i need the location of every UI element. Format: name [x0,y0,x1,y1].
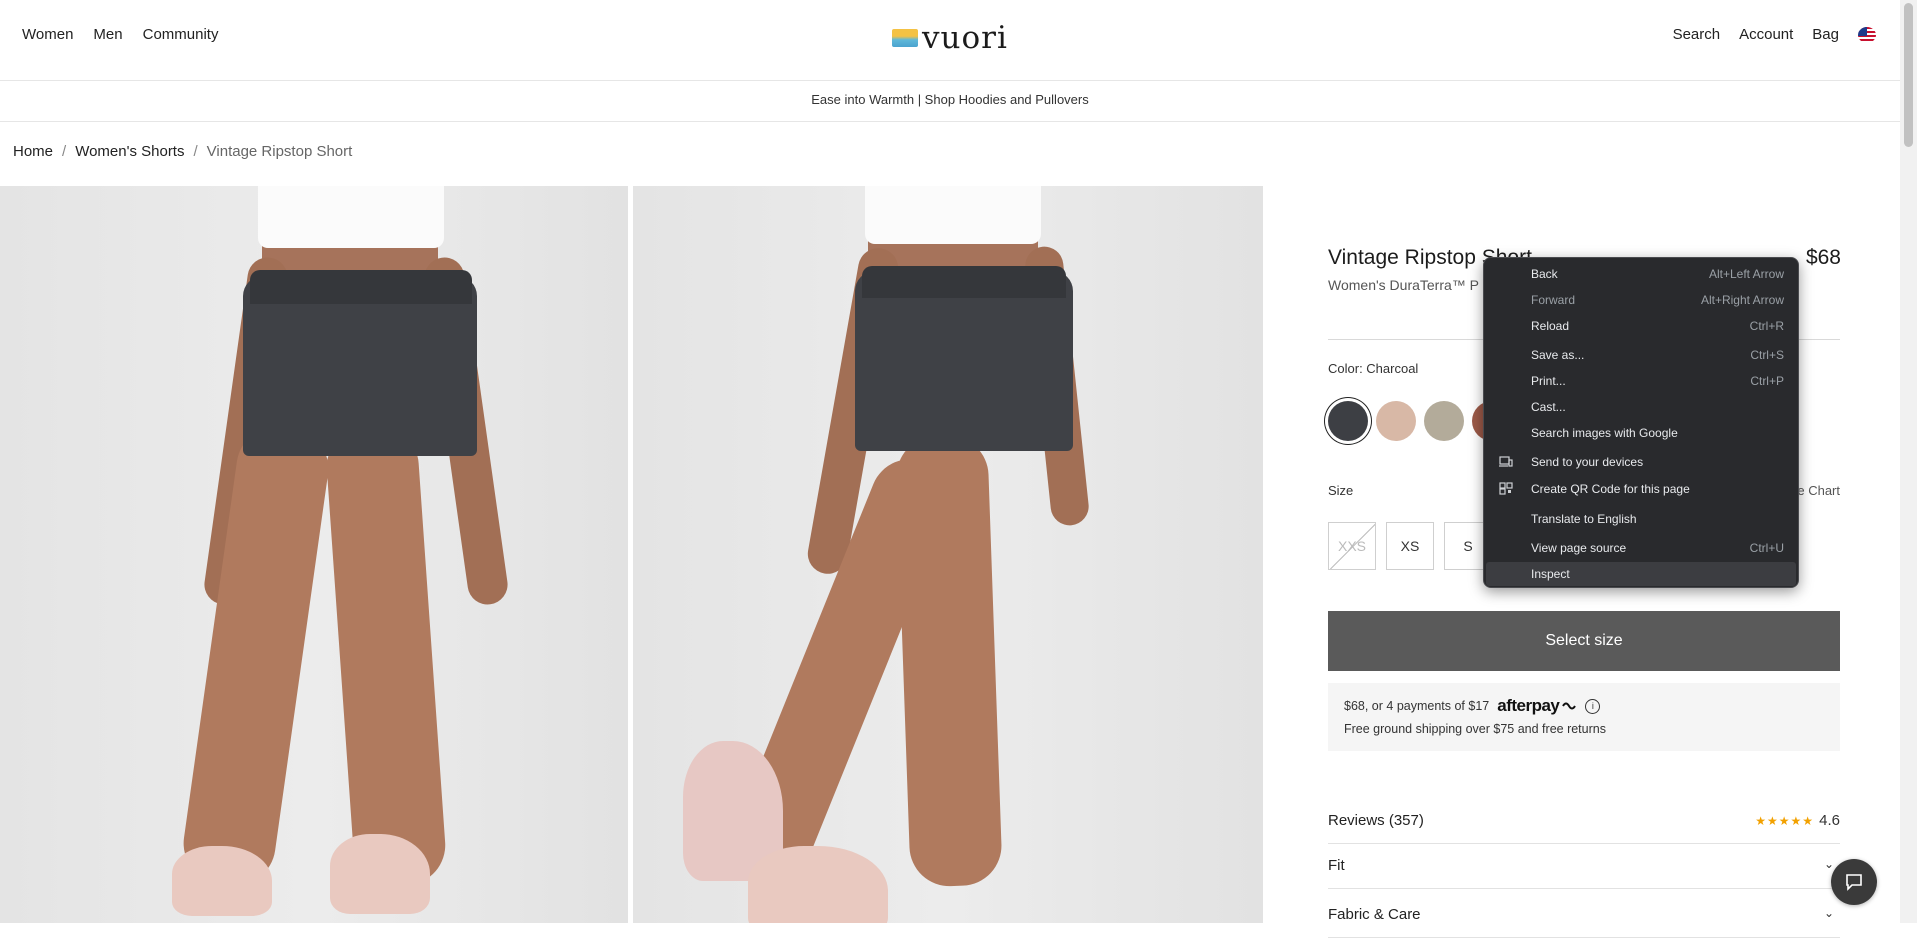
model-shoe-right [748,846,888,923]
menu-item-translate[interactable]: Translate to English [1486,507,1796,531]
product-subtitle: Women's DuraTerra™ P [1328,277,1480,293]
model-shirt [258,186,444,248]
menu-item-print[interactable]: Print... Ctrl+P [1486,369,1796,393]
menu-item-label: Send to your devices [1531,455,1644,469]
size-chart-link[interactable]: e Chart [1797,483,1840,498]
fit-accordion[interactable]: Fit ⌄ [1328,845,1840,889]
info-icon[interactable]: i [1585,698,1601,714]
menu-item-shortcut: Ctrl+R [1749,319,1784,333]
color-label: Color: Charcoal [1328,361,1419,376]
scrollbar-thumb[interactable] [1904,3,1913,147]
menu-item-label: Forward [1531,293,1576,307]
menu-item-label: Back [1531,267,1558,281]
menu-item-send-to-devices[interactable]: Send to your devices [1486,450,1796,474]
promo-banner-text[interactable]: Ease into Warmth | Shop Hoodies and Pull… [811,92,1088,107]
model-leg-left [178,421,334,891]
utility-nav: Search Account Bag [1673,26,1900,43]
menu-item-label: Inspect [1531,567,1570,581]
model-shoe-left [172,846,272,916]
model-leg-right [324,423,448,889]
menu-item-shortcut: Ctrl+U [1749,541,1784,555]
nav-men[interactable]: Men [93,26,122,43]
fabric-care-accordion[interactable]: Fabric & Care ⌄ [1328,894,1840,938]
reviews-label: Reviews (357) [1328,812,1424,829]
shipping-text: Free ground shipping over $75 and free r… [1344,722,1606,736]
promo-banner[interactable]: Ease into Warmth | Shop Hoodies and Pull… [0,81,1900,122]
menu-item-label: Cast... [1531,400,1566,414]
menu-item-reload[interactable]: Reload Ctrl+R [1486,314,1796,338]
breadcrumb-separator: / [193,143,198,160]
menu-item-label: Save as... [1531,348,1585,362]
chevron-down-icon: ⌄ [1823,857,1834,871]
size-option-xs[interactable]: XS [1386,522,1434,570]
menu-item-cast[interactable]: Cast... [1486,395,1796,419]
us-flag-icon[interactable] [1858,26,1876,43]
model-leg-right [895,434,1003,888]
afterpay-line: $68, or 4 payments of $17 afterpay i [1344,696,1824,716]
breadcrumb-current: Vintage Ripstop Short [206,143,353,160]
menu-item-back[interactable]: Back Alt+Left Arrow [1486,262,1796,286]
menu-item-label: Print... [1531,374,1566,388]
primary-nav: Women Men Community [22,26,218,43]
breadcrumb-womens-shorts[interactable]: Women's Shorts [75,143,184,160]
chat-icon [1846,874,1862,891]
page-scrollbar[interactable] [1900,0,1917,923]
breadcrumb-home[interactable]: Home [13,143,53,160]
afterpay-text: $68, or 4 payments of $17 [1344,699,1490,713]
afterpay-loop-icon [1562,702,1577,710]
breadcrumb: Home / Women's Shorts / Vintage Ripstop … [13,143,352,160]
menu-item-shortcut: Alt+Left Arrow [1708,267,1784,281]
menu-item-label: Search images with Google [1531,426,1678,440]
menu-item-qr-code[interactable]: Create QR Code for this page [1486,477,1796,501]
model-shirt [865,186,1041,244]
size-option-xxs[interactable]: XXS [1328,522,1376,570]
rating-stars-icon: ★★★★★ [1755,814,1814,828]
menu-item-label: Reload [1531,319,1570,333]
menu-item-inspect[interactable]: Inspect [1486,562,1796,586]
menu-item-shortcut: Ctrl+S [1750,348,1784,362]
menu-item-search-images[interactable]: Search images with Google [1486,421,1796,445]
afterpay-box: $68, or 4 payments of $17 afterpay i Fre… [1328,683,1840,751]
fabric-care-label: Fabric & Care [1328,906,1421,923]
site-header: Women Men Community vuori Search Account… [0,0,1900,81]
vuori-logo[interactable]: vuori [892,22,1008,54]
swatch-3[interactable] [1424,401,1464,441]
menu-item-view-source[interactable]: View page source Ctrl+U [1486,536,1796,560]
rating-value: 4.6 [1819,812,1840,829]
model-shoe-right [330,834,430,914]
context-menu: Back Alt+Left Arrow Forward Alt+Right Ar… [1483,257,1799,588]
model-shorts [855,271,1073,451]
swatch-charcoal[interactable] [1328,401,1368,441]
reviews-row[interactable]: Reviews (357) ★★★★★ 4.6 [1328,800,1840,844]
chevron-down-icon: ⌄ [1823,906,1834,920]
product-image-front[interactable] [0,186,628,923]
nav-account[interactable]: Account [1739,26,1793,43]
nav-bag[interactable]: Bag [1812,26,1839,43]
logo-wordmark: vuori [922,20,1008,56]
model-waistband [862,266,1066,298]
menu-item-shortcut: Alt+Right Arrow [1700,293,1784,307]
fit-label: Fit [1328,857,1345,874]
menu-item-label: View page source [1531,541,1627,555]
menu-item-save-as[interactable]: Save as... Ctrl+S [1486,343,1796,367]
logo-mark-icon [892,29,918,47]
devices-icon [1499,456,1513,467]
qr-code-icon [1499,482,1513,495]
select-size-button[interactable]: Select size [1328,611,1840,671]
nav-women[interactable]: Women [22,26,73,43]
menu-item-label: Translate to English [1531,512,1637,526]
swatch-2[interactable] [1376,401,1416,441]
menu-item-label: Create QR Code for this page [1531,482,1690,496]
afterpay-logo: afterpay [1497,696,1560,715]
chat-button[interactable] [1831,859,1877,905]
model-waistband [250,270,472,304]
menu-item-forward[interactable]: Forward Alt+Right Arrow [1486,288,1796,312]
breadcrumb-separator: / [62,143,67,160]
product-price: $68 [1805,246,1841,269]
menu-item-shortcut: Ctrl+P [1750,374,1784,388]
size-label: Size [1328,483,1354,498]
product-image-side[interactable] [633,186,1263,923]
nav-community[interactable]: Community [143,26,219,43]
nav-search[interactable]: Search [1673,26,1721,43]
